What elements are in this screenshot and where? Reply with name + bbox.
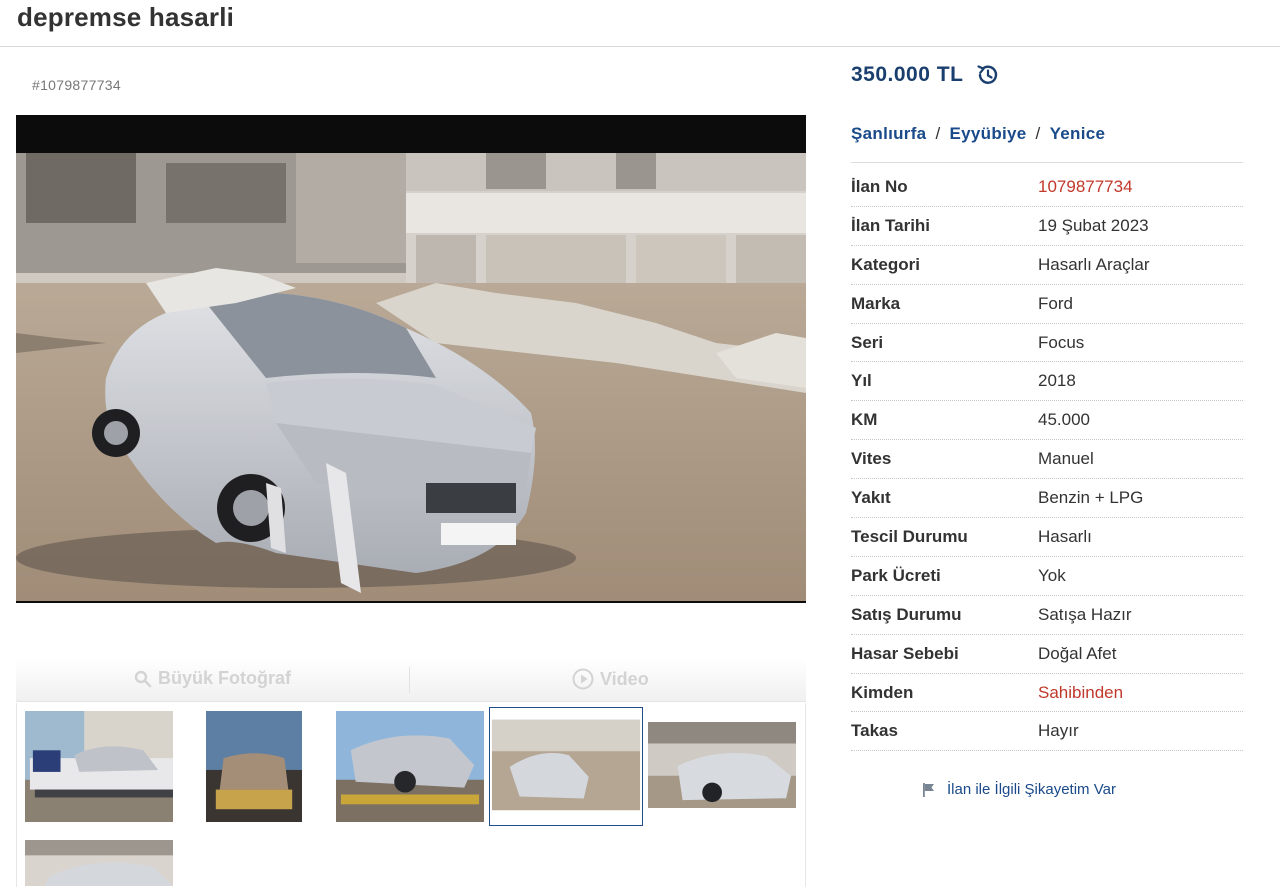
- thumbnail[interactable]: [335, 710, 485, 823]
- detail-row-kimden: Kimden Sahibinden: [851, 674, 1243, 713]
- detail-value: Yok: [1038, 565, 1066, 585]
- detail-label: KM: [851, 410, 878, 430]
- history-icon[interactable]: [975, 62, 1001, 88]
- big-photo-tab[interactable]: Büyük Fotoğraf: [134, 668, 291, 689]
- title-bar: depremse hasarli: [0, 0, 1280, 47]
- detail-row-seri: Seri Focus: [851, 324, 1243, 363]
- detail-value: 45.000: [1038, 410, 1090, 430]
- complaint-link[interactable]: İlan ile İlgili Şikayetim Var: [921, 781, 1116, 798]
- flag-icon: [923, 782, 934, 797]
- complaint-label: İlan ile İlgili Şikayetim Var: [947, 781, 1116, 798]
- detail-label: İlan Tarihi: [851, 215, 931, 235]
- thumbnail-image: [206, 711, 302, 822]
- thumbnail[interactable]: [24, 839, 174, 887]
- detail-value: Satışa Hazır: [1038, 604, 1132, 624]
- detail-label: Yakıt: [851, 488, 891, 508]
- detail-value: 19 Şubat 2023: [1038, 215, 1149, 235]
- detail-label: Vites: [851, 449, 892, 469]
- detail-label: Yıl: [851, 371, 872, 391]
- detail-value: Ford: [1038, 293, 1073, 313]
- detail-row-vites: Vites Manuel: [851, 440, 1243, 480]
- detail-label: Kimden: [851, 682, 914, 702]
- breadcrumb-city[interactable]: Şanlıurfa: [851, 124, 926, 143]
- detail-value: Hayır: [1038, 721, 1079, 741]
- page-title: depremse hasarli: [17, 2, 235, 32]
- detail-row-kategori: Kategori Hasarlı Araçlar: [851, 246, 1243, 285]
- thumbnail[interactable]: [205, 710, 303, 823]
- detail-value: 1079877734: [1038, 176, 1133, 196]
- breadcrumb-divider: [851, 162, 1243, 163]
- thumbnail-strip: [16, 703, 806, 887]
- detail-label: Seri: [851, 332, 884, 352]
- price: 350.000 TL: [851, 63, 964, 86]
- main-photo[interactable]: [16, 115, 806, 603]
- detail-row-hasar-sebebi: Hasar Sebebi Doğal Afet: [851, 635, 1243, 674]
- detail-label: Satış Durumu: [851, 604, 962, 624]
- breadcrumb-district[interactable]: Eyyübiye: [949, 124, 1026, 143]
- thumbnail-image: [25, 711, 173, 822]
- detail-label: İlan No: [851, 176, 908, 196]
- detail-row-ilan-no: İlan No 1079877734: [851, 168, 1243, 207]
- detail-label: Takas: [851, 721, 898, 741]
- detail-label: Park Ücreti: [851, 565, 941, 585]
- thumbnail-image: [648, 722, 796, 808]
- tab-divider: [409, 667, 410, 693]
- detail-value: Doğal Afet: [1038, 643, 1117, 663]
- play-icon: [572, 668, 594, 690]
- detail-value: Hasarlı: [1038, 526, 1092, 546]
- thumbnail-image: [490, 708, 642, 825]
- detail-row-tescil-durumu: Tescil Durumu Hasarlı: [851, 518, 1243, 557]
- thumbnail[interactable]: [489, 707, 643, 826]
- big-photo-label: Büyük Fotoğraf: [158, 668, 291, 688]
- media-tabs: Büyük Fotoğraf Video: [16, 658, 806, 702]
- listing-id: #1079877734: [32, 77, 121, 93]
- detail-row-yakit: Yakıt Benzin + LPG: [851, 479, 1243, 519]
- detail-row-km: KM 45.000: [851, 401, 1243, 441]
- detail-row-marka: Marka Ford: [851, 285, 1243, 324]
- video-label: Video: [600, 668, 649, 689]
- detail-value: Focus: [1038, 332, 1085, 352]
- detail-label: Marka: [851, 293, 901, 313]
- detail-row-ilan-tarihi: İlan Tarihi 19 Şubat 2023: [851, 207, 1243, 246]
- thumbnail-image: [336, 711, 484, 822]
- detail-value: Manuel: [1038, 449, 1094, 469]
- detail-row-takas: Takas Hayır: [851, 712, 1243, 752]
- thumbnail[interactable]: [647, 721, 797, 809]
- detail-row-yil: Yıl 2018: [851, 362, 1243, 402]
- detail-value: Hasarlı Araçlar: [1038, 254, 1150, 274]
- detail-value: Benzin + LPG: [1038, 488, 1144, 508]
- price-row: 350.000 TL: [851, 62, 1001, 88]
- detail-label: Tescil Durumu: [851, 526, 968, 546]
- video-tab[interactable]: Video: [572, 668, 649, 690]
- listing-details: İlan No 1079877734 İlan Tarihi 19 Şubat 20…: [851, 168, 1243, 752]
- breadcrumb-neighborhood[interactable]: Yenice: [1050, 124, 1106, 143]
- detail-label: Hasar Sebebi: [851, 643, 959, 663]
- detail-row-satis-durumu: Satış Durumu Satışa Hazır: [851, 596, 1243, 635]
- thumbnail[interactable]: [24, 710, 174, 823]
- detail-value[interactable]: Sahibinden: [1038, 683, 1123, 703]
- detail-label: Kategori: [851, 254, 920, 274]
- thumbnail-image: [25, 840, 173, 886]
- detail-row-park-ucreti: Park Ücreti Yok: [851, 557, 1243, 596]
- detail-value: 2018: [1038, 371, 1076, 391]
- main-photo-image: [16, 153, 806, 601]
- location-breadcrumb: Şanlıurfa / Eyyübiye / Yenice: [851, 124, 1106, 143]
- magnifier-icon: [134, 670, 152, 687]
